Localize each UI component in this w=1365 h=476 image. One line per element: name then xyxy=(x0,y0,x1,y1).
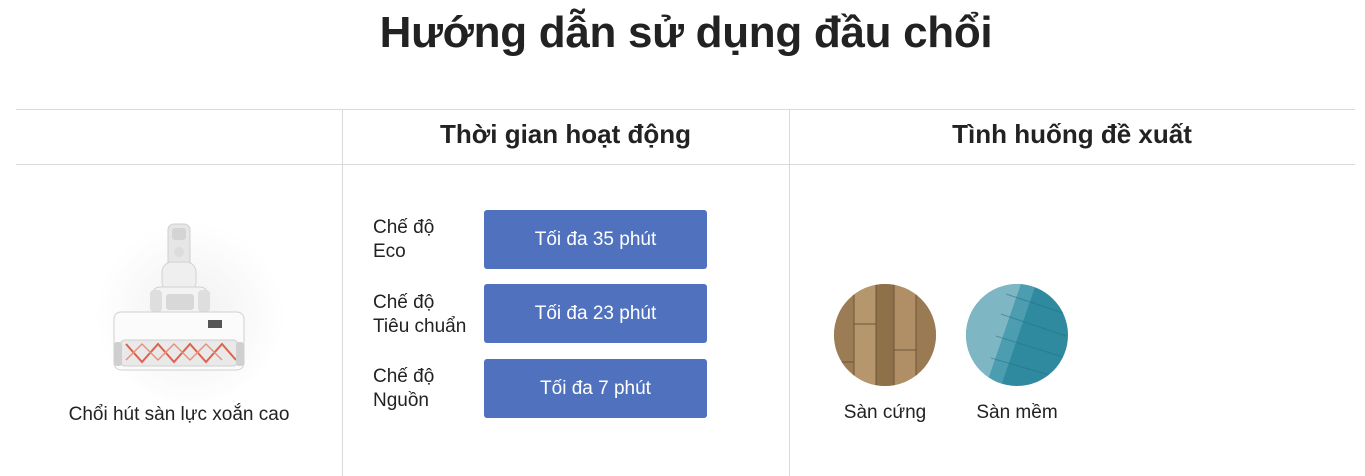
mode-label-eco: Chế độ Eco xyxy=(373,217,435,262)
eco-time-badge: Tối đa 35 phút xyxy=(484,210,707,269)
column-divider-1 xyxy=(342,110,343,476)
carpet-image xyxy=(966,284,1068,386)
product-name: Chổi hút sàn lực xoắn cao xyxy=(68,404,290,425)
power-time-badge: Tối đa 7 phút xyxy=(484,359,707,418)
table-top-divider xyxy=(16,109,1355,110)
mode-label-power: Chế độ Nguồn xyxy=(373,366,435,411)
standard-time-badge: Tối đa 23 phút xyxy=(484,284,707,343)
column-divider-2 xyxy=(789,110,790,476)
hardwood-floor-image xyxy=(834,284,936,386)
brush-head-image xyxy=(90,202,300,402)
hard-floor-label: Sàn cứng xyxy=(843,402,927,423)
table-header-divider xyxy=(16,164,1355,165)
soft-floor-label: Sàn mềm xyxy=(976,402,1058,423)
page-title: Hướng dẫn sử dụng đầu chổi xyxy=(379,8,993,57)
header-recommended-situation: Tình huống đề xuất xyxy=(952,119,1192,149)
header-operating-time: Thời gian hoạt động xyxy=(440,119,691,149)
mode-label-standard: Chế độ Tiêu chuẩn xyxy=(373,292,467,337)
